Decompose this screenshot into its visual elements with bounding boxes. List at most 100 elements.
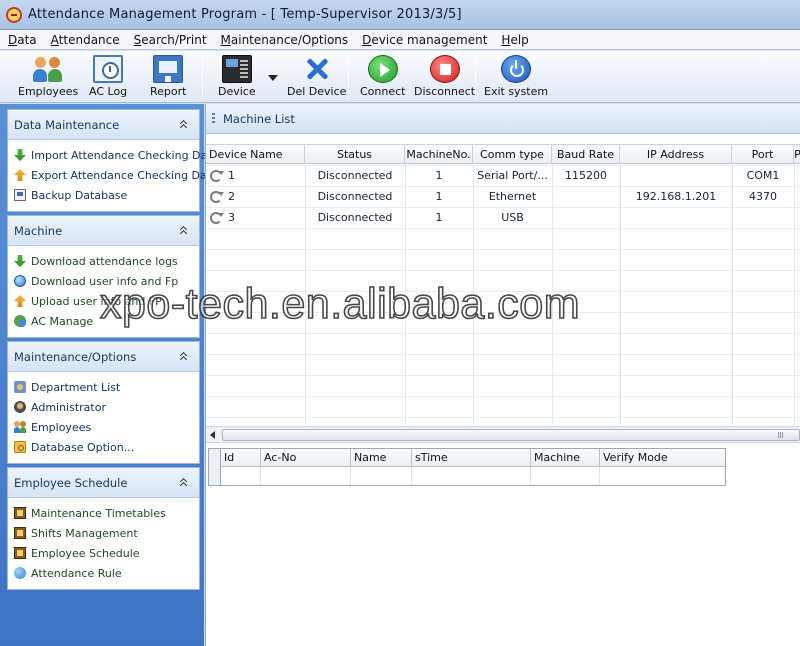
connect-button[interactable]: Connect xyxy=(360,55,405,101)
panel-header[interactable]: Data Maintenance xyxy=(8,110,199,140)
menu-attendance[interactable]: Attendance xyxy=(51,33,120,47)
employees-button[interactable]: Employees xyxy=(18,55,78,101)
column-header-truncated[interactable]: P xyxy=(794,145,800,164)
empty-cell xyxy=(412,467,531,485)
machine-grid: Device Name Status MachineNo. Comm type … xyxy=(206,144,800,425)
column-header-port[interactable]: Port xyxy=(732,145,794,164)
sidebar-item-download-logs[interactable]: Download attendance logs xyxy=(14,251,195,271)
column-header-comm-type[interactable]: Comm type xyxy=(473,145,552,164)
column-header-id[interactable]: Id xyxy=(221,449,261,467)
disconnect-label: Disconnect xyxy=(414,85,476,98)
sidebar-item-label: Import Attendance Checking Data xyxy=(31,148,219,162)
sidebar-item-label: Maintenance Timetables xyxy=(31,506,166,520)
table-row[interactable]: 1 Disconnected 1 Serial Port/... 115200 … xyxy=(206,166,800,186)
panel-machine: Machine Download attendance logs Downloa… xyxy=(7,215,200,338)
toolbar-separator xyxy=(475,55,476,99)
disconnect-button[interactable]: Disconnect xyxy=(414,55,475,101)
sidebar-item-label: Upload user info and FP xyxy=(31,294,162,308)
ip-address-cell xyxy=(620,208,732,228)
scroll-left-arrow-icon[interactable] xyxy=(208,430,218,440)
exit-system-label: Exit system xyxy=(484,85,549,98)
menu-data[interactable]: Data xyxy=(8,33,37,47)
column-header-ip-address[interactable]: IP Address xyxy=(620,145,732,164)
column-header-verify-mode[interactable]: Verify Mode xyxy=(600,449,725,467)
sync-icon xyxy=(210,212,224,224)
table-row[interactable]: 3 Disconnected 1 USB xyxy=(206,208,800,228)
menu-device-management[interactable]: Device management xyxy=(362,33,487,47)
power-icon xyxy=(501,55,532,83)
column-header-stime[interactable]: sTime xyxy=(412,449,531,467)
clock-document-icon xyxy=(93,55,124,83)
column-header-machine-no[interactable]: MachineNo. xyxy=(405,145,473,164)
panel-header[interactable]: Maintenance/Options xyxy=(8,342,199,372)
sidebar-item-import-attendance[interactable]: Import Attendance Checking Data xyxy=(14,145,218,165)
device-name: 2 xyxy=(228,190,235,203)
sidebar-item-database-option[interactable]: Database Option... xyxy=(14,437,195,457)
column-header-machine[interactable]: Machine xyxy=(531,449,600,467)
sidebar-item-label: Database Option... xyxy=(31,440,135,454)
sidebar-item-download-user-info[interactable]: Download user info and Fp xyxy=(14,271,195,291)
download-arrow-icon xyxy=(14,255,26,267)
menu-search-print[interactable]: Search/Print xyxy=(134,33,207,47)
sidebar-item-upload-user-info[interactable]: Upload user info and FP xyxy=(14,291,195,311)
comm-type-cell: Ethernet xyxy=(488,190,537,203)
report-button[interactable]: Report xyxy=(150,55,186,101)
report-label: Report xyxy=(150,85,187,98)
sidebar-item-department-list[interactable]: Department List xyxy=(14,377,195,397)
database-icon xyxy=(14,189,26,201)
download-arrow-icon xyxy=(14,149,26,161)
sidebar-item-label: Employee Schedule xyxy=(31,546,140,560)
del-device-button[interactable]: Del Device xyxy=(287,55,346,101)
baud-rate-cell xyxy=(552,208,620,228)
delete-x-icon xyxy=(302,55,332,83)
column-header-baud-rate[interactable]: Baud Rate xyxy=(552,145,620,164)
sidebar-item-employees[interactable]: Employees xyxy=(14,417,195,437)
column-header-status[interactable]: Status xyxy=(305,145,405,164)
sidebar-item-label: Shifts Management xyxy=(31,526,138,540)
column-header-name[interactable]: Name xyxy=(351,449,412,467)
column-header-device-name[interactable]: Device Name xyxy=(206,145,305,164)
sidebar-item-employee-schedule[interactable]: Employee Schedule xyxy=(14,543,195,563)
sidebar-item-attendance-rule[interactable]: Attendance Rule xyxy=(14,563,195,583)
sidebar-item-ac-manage[interactable]: AC Manage xyxy=(14,311,195,331)
panel-data-maintenance: Data Maintenance Import Attendance Check… xyxy=(7,109,218,212)
baud-rate-cell xyxy=(552,187,620,207)
machine-list-title: Machine List xyxy=(223,111,295,126)
sidebar-item-backup-database[interactable]: Backup Database xyxy=(14,185,195,205)
machine-no-cell: 1 xyxy=(435,211,443,224)
exit-system-button[interactable]: Exit system xyxy=(484,55,548,101)
device-name: 1 xyxy=(228,169,235,182)
collapse-chevron-icon[interactable] xyxy=(179,120,189,130)
sidebar-item-maintenance-timetables[interactable]: Maintenance Timetables xyxy=(14,503,195,523)
device-name-cell: 2 xyxy=(206,187,305,207)
sidebar-item-label: Department List xyxy=(31,380,121,394)
sidebar-item-export-attendance[interactable]: Export Attendance Checking Data xyxy=(14,165,218,185)
sidebar-item-administrator[interactable]: Administrator xyxy=(14,397,195,417)
upload-arrow-icon xyxy=(14,295,26,307)
collapse-chevron-icon[interactable] xyxy=(179,478,189,488)
app-icon xyxy=(6,6,22,23)
device-button[interactable]: Device xyxy=(218,55,256,101)
ip-address-cell xyxy=(620,166,732,186)
collapse-chevron-icon[interactable] xyxy=(179,226,189,236)
sidebar-item-label: Download attendance logs xyxy=(31,254,178,268)
panel-header[interactable]: Employee Schedule xyxy=(8,468,199,498)
ac-log-label: AC Log xyxy=(89,85,128,98)
table-row[interactable]: 2 Disconnected 1 Ethernet 192.168.1.201 … xyxy=(206,187,800,207)
grip-icon xyxy=(212,112,215,125)
horizontal-scrollbar[interactable] xyxy=(206,426,800,443)
sidebar-item-shifts-management[interactable]: Shifts Management xyxy=(14,523,195,543)
ac-log-button[interactable]: AC Log xyxy=(89,55,127,101)
scrollbar-thumb[interactable] xyxy=(222,429,800,441)
panel-header[interactable]: Machine xyxy=(8,216,199,246)
timetable-icon xyxy=(14,507,26,519)
administrator-icon xyxy=(14,401,26,413)
column-header-ac-no[interactable]: Ac-No xyxy=(261,449,351,467)
empty-cell xyxy=(531,467,600,485)
empty-cell xyxy=(261,467,351,485)
collapse-chevron-icon[interactable] xyxy=(179,352,189,362)
menu-help[interactable]: Help xyxy=(501,33,528,47)
panel-title: Employee Schedule xyxy=(14,475,128,490)
device-dropdown-arrow-icon[interactable] xyxy=(268,75,278,81)
menu-maintenance-options[interactable]: Maintenance/Options xyxy=(221,33,349,47)
